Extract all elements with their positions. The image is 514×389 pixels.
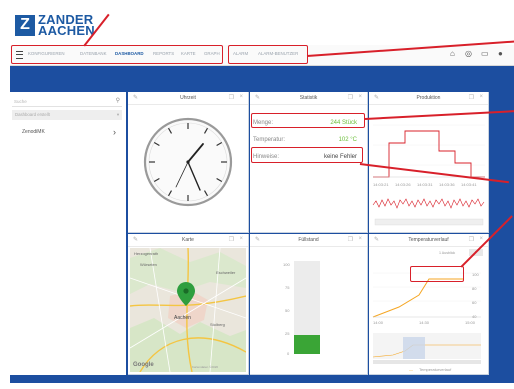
fill-level-bar bbox=[294, 261, 320, 354]
widget-clock: ✎ Uhrzeit ❐ × bbox=[128, 92, 249, 233]
legend-label: Temperaturverlauf bbox=[419, 367, 452, 372]
copy-icon[interactable]: ❐ bbox=[469, 236, 474, 243]
map-place-label: Herzogenrath bbox=[134, 251, 159, 256]
fill-tick-label: 75 bbox=[285, 285, 290, 290]
close-icon[interactable]: × bbox=[479, 236, 483, 242]
x-tick-label: 14:30 bbox=[419, 320, 430, 325]
x-tick-label: 14:03:26 bbox=[395, 182, 411, 187]
map-place-label: Aachen bbox=[174, 315, 191, 321]
search-placeholder: Suche bbox=[14, 99, 27, 104]
x-tick-label: 14:03:31 bbox=[417, 182, 433, 187]
search-icon[interactable]: ⚲ bbox=[116, 96, 120, 107]
stat-row-temperatur: Temperatur: 102 °C bbox=[250, 134, 360, 146]
map-place-label: Würselen bbox=[140, 262, 157, 267]
analog-clock bbox=[143, 117, 233, 207]
x-tick-label: 14:00 bbox=[373, 320, 384, 325]
copy-icon[interactable]: ❐ bbox=[469, 94, 474, 101]
company-logo: Z ZANDER AACHEN bbox=[15, 13, 95, 38]
close-icon[interactable]: × bbox=[358, 236, 362, 242]
y-tick-label: 40 bbox=[472, 314, 477, 319]
widget-header: ✎ Uhrzeit ❐ × bbox=[128, 92, 248, 105]
dashboard-dropdown-label: Dashboard erstellt bbox=[15, 112, 50, 117]
fill-tick-label: 100 bbox=[283, 262, 290, 267]
map-place-label: Stolberg bbox=[210, 322, 225, 327]
y-tick-label: 80 bbox=[472, 286, 477, 291]
widget-header: ✎ Temperaturverlauf ❐ × bbox=[369, 234, 488, 247]
widget-header: ✎ Produktion ❐ × bbox=[369, 92, 488, 105]
fill-level-value bbox=[294, 335, 320, 354]
x-tick-label: 15:00 bbox=[465, 320, 476, 325]
widget-map: ✎ Karte ❐ × Würselen Aachen Stolberg Esc… bbox=[128, 234, 249, 375]
x-tick-label: 14:03:41 bbox=[461, 182, 477, 187]
sidebar-item-label: ZenodiMK bbox=[22, 129, 45, 135]
copy-icon[interactable]: ❐ bbox=[348, 94, 353, 101]
highlight-box-alarm bbox=[228, 45, 308, 64]
copy-icon[interactable]: ❐ bbox=[229, 94, 234, 101]
x-tick-label: 14:03:21 bbox=[373, 182, 389, 187]
map-attribution: Kartendaten ©2020 bbox=[192, 365, 219, 369]
production-chart bbox=[372, 124, 485, 226]
close-icon[interactable]: × bbox=[239, 94, 243, 100]
close-icon[interactable]: × bbox=[479, 94, 483, 100]
logo-mark: Z bbox=[15, 14, 35, 36]
y-tick-label: 100 bbox=[472, 272, 479, 277]
user-icon[interactable]: ● bbox=[498, 49, 503, 58]
globe-icon[interactable]: ◎ bbox=[465, 49, 472, 58]
fill-tick-label: 50 bbox=[285, 308, 290, 313]
widget-header: ✎ Füllstand ❐ × bbox=[250, 234, 367, 247]
monitor-icon[interactable]: ▭ bbox=[481, 49, 489, 58]
stat-label: Temperatur: bbox=[253, 137, 286, 143]
logo-wordmark: ZANDER AACHEN bbox=[38, 13, 95, 38]
widget-fill-level: ✎ Füllstand ❐ × 100 75 50 25 0 bbox=[250, 234, 368, 375]
legend-marker: — bbox=[409, 367, 413, 372]
search-input[interactable]: Suche ⚲ bbox=[12, 96, 122, 107]
highlight-box-menge bbox=[251, 113, 365, 128]
map-place-label: Eschweiler bbox=[216, 270, 236, 275]
highlight-box-hinweise bbox=[251, 147, 363, 163]
stat-value: 102 °C bbox=[338, 137, 357, 143]
y-tick-label: 60 bbox=[472, 300, 477, 305]
chevron-right-icon: › bbox=[113, 127, 116, 137]
map-provider-logo: Google bbox=[133, 362, 154, 368]
dashboard-sidebar: Suche ⚲ Dashboard erstellt ▾ ZenodiMK › bbox=[10, 92, 126, 375]
close-icon[interactable]: × bbox=[358, 94, 362, 100]
x-tick-label: 14:03:36 bbox=[439, 182, 455, 187]
widget-header: ✎ Karte ❐ × bbox=[128, 234, 248, 247]
copy-icon[interactable]: ❐ bbox=[229, 236, 234, 243]
dashboard-dropdown[interactable]: Dashboard erstellt ▾ bbox=[12, 110, 122, 120]
fill-tick-label: 0 bbox=[287, 351, 290, 356]
widget-header: ✎ Statistik ❐ × bbox=[250, 92, 367, 105]
close-icon[interactable]: × bbox=[239, 236, 243, 242]
chevron-down-icon: ▾ bbox=[116, 112, 119, 117]
copy-icon[interactable]: ❐ bbox=[348, 236, 353, 243]
sidebar-item-zenodimk[interactable]: ZenodiMK › bbox=[12, 125, 122, 139]
highlight-box-nav bbox=[11, 45, 223, 64]
fill-tick-label: 25 bbox=[285, 331, 290, 336]
highlight-box-temperature bbox=[410, 266, 464, 282]
home-icon[interactable]: ⌂ bbox=[450, 49, 455, 58]
logo-line-2: AACHEN bbox=[38, 23, 95, 38]
